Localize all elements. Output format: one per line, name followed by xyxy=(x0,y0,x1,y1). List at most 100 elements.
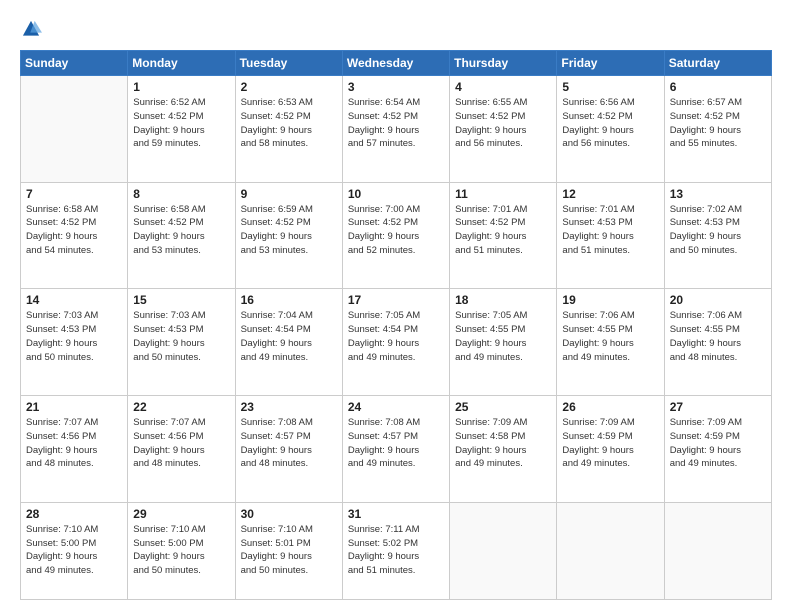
day-number: 9 xyxy=(241,187,337,201)
day-info: Sunrise: 7:03 AMSunset: 4:53 PMDaylight:… xyxy=(133,309,229,364)
calendar-cell xyxy=(21,76,128,183)
day-number: 7 xyxy=(26,187,122,201)
day-info: Sunrise: 6:54 AMSunset: 4:52 PMDaylight:… xyxy=(348,96,444,151)
day-number: 16 xyxy=(241,293,337,307)
day-header-friday: Friday xyxy=(557,51,664,76)
day-info: Sunrise: 6:58 AMSunset: 4:52 PMDaylight:… xyxy=(133,203,229,258)
day-info: Sunrise: 7:11 AMSunset: 5:02 PMDaylight:… xyxy=(348,523,444,578)
day-info: Sunrise: 6:52 AMSunset: 4:52 PMDaylight:… xyxy=(133,96,229,151)
calendar-week-row: 14 Sunrise: 7:03 AMSunset: 4:53 PMDayligh… xyxy=(21,289,772,396)
calendar-cell: 8Sunrise: 6:58 AMSunset: 4:52 PMDaylight… xyxy=(128,182,235,289)
day-info: Sunrise: 6:53 AMSunset: 4:52 PMDaylight:… xyxy=(241,96,337,151)
calendar-cell: 2 Sunrise: 6:53 AMSunset: 4:52 PMDaylight… xyxy=(235,76,342,183)
day-info: Sunrise: 7:04 AMSunset: 4:54 PMDaylight:… xyxy=(241,309,337,364)
day-number: 25 xyxy=(455,400,551,414)
logo xyxy=(20,18,46,40)
calendar-cell: 31 Sunrise: 7:11 AMSunset: 5:02 PMDayligh… xyxy=(342,502,449,599)
day-number: 5 xyxy=(562,80,658,94)
day-number: 4 xyxy=(455,80,551,94)
day-header-wednesday: Wednesday xyxy=(342,51,449,76)
calendar-cell: 21 Sunrise: 7:07 AMSunset: 4:56 PMDayligh… xyxy=(21,396,128,503)
day-info: Sunrise: 6:57 AMSunset: 4:52 PMDaylight:… xyxy=(670,96,766,151)
day-info: Sunrise: 7:05 AMSunset: 4:55 PMDaylight:… xyxy=(455,309,551,364)
day-number: 21 xyxy=(26,400,122,414)
day-number: 11 xyxy=(455,187,551,201)
day-info: Sunrise: 6:56 AMSunset: 4:52 PMDaylight:… xyxy=(562,96,658,151)
day-number: 3 xyxy=(348,80,444,94)
calendar-cell: 20 Sunrise: 7:06 AMSunset: 4:55 PMDayligh… xyxy=(664,289,771,396)
calendar-cell: 15Sunrise: 7:03 AMSunset: 4:53 PMDayligh… xyxy=(128,289,235,396)
day-number: 31 xyxy=(348,507,444,521)
calendar-cell: 17 Sunrise: 7:05 AMSunset: 4:54 PMDayligh… xyxy=(342,289,449,396)
day-number: 12 xyxy=(562,187,658,201)
calendar-week-row: 28 Sunrise: 7:10 AMSunset: 5:00 PMDayligh… xyxy=(21,502,772,599)
logo-icon xyxy=(20,18,42,40)
calendar-week-row: 21 Sunrise: 7:07 AMSunset: 4:56 PMDayligh… xyxy=(21,396,772,503)
day-info: Sunrise: 7:00 AMSunset: 4:52 PMDaylight:… xyxy=(348,203,444,258)
day-info: Sunrise: 7:05 AMSunset: 4:54 PMDaylight:… xyxy=(348,309,444,364)
calendar-cell: 7 Sunrise: 6:58 AMSunset: 4:52 PMDaylight… xyxy=(21,182,128,289)
calendar-cell: 5 Sunrise: 6:56 AMSunset: 4:52 PMDaylight… xyxy=(557,76,664,183)
day-header-thursday: Thursday xyxy=(450,51,557,76)
day-info: Sunrise: 7:03 AMSunset: 4:53 PMDaylight:… xyxy=(26,309,122,364)
day-number: 29 xyxy=(133,507,229,521)
calendar-cell: 26 Sunrise: 7:09 AMSunset: 4:59 PMDayligh… xyxy=(557,396,664,503)
day-number: 10 xyxy=(348,187,444,201)
calendar-cell: 9 Sunrise: 6:59 AMSunset: 4:52 PMDaylight… xyxy=(235,182,342,289)
day-number: 17 xyxy=(348,293,444,307)
calendar-cell: 28 Sunrise: 7:10 AMSunset: 5:00 PMDayligh… xyxy=(21,502,128,599)
day-number: 27 xyxy=(670,400,766,414)
day-info: Sunrise: 7:07 AMSunset: 4:56 PMDaylight:… xyxy=(26,416,122,471)
day-info: Sunrise: 7:08 AMSunset: 4:57 PMDaylight:… xyxy=(241,416,337,471)
day-info: Sunrise: 6:55 AMSunset: 4:52 PMDaylight:… xyxy=(455,96,551,151)
day-info: Sunrise: 7:01 AMSunset: 4:53 PMDaylight:… xyxy=(562,203,658,258)
calendar-table: SundayMondayTuesdayWednesdayThursdayFrid… xyxy=(20,50,772,600)
day-info: Sunrise: 7:07 AMSunset: 4:56 PMDaylight:… xyxy=(133,416,229,471)
calendar-cell: 24Sunrise: 7:08 AMSunset: 4:57 PMDayligh… xyxy=(342,396,449,503)
calendar-cell: 19 Sunrise: 7:06 AMSunset: 4:55 PMDayligh… xyxy=(557,289,664,396)
day-info: Sunrise: 7:08 AMSunset: 4:57 PMDaylight:… xyxy=(348,416,444,471)
calendar-cell: 25 Sunrise: 7:09 AMSunset: 4:58 PMDayligh… xyxy=(450,396,557,503)
calendar-cell: 10 Sunrise: 7:00 AMSunset: 4:52 PMDayligh… xyxy=(342,182,449,289)
day-number: 1 xyxy=(133,80,229,94)
day-info: Sunrise: 7:10 AMSunset: 5:00 PMDaylight:… xyxy=(133,523,229,578)
calendar-cell: 4 Sunrise: 6:55 AMSunset: 4:52 PMDaylight… xyxy=(450,76,557,183)
calendar-week-row: 1 Sunrise: 6:52 AMSunset: 4:52 PMDaylight… xyxy=(21,76,772,183)
calendar-cell: 22 Sunrise: 7:07 AMSunset: 4:56 PMDayligh… xyxy=(128,396,235,503)
day-number: 6 xyxy=(670,80,766,94)
calendar-cell xyxy=(664,502,771,599)
day-number: 18 xyxy=(455,293,551,307)
day-number: 19 xyxy=(562,293,658,307)
day-info: Sunrise: 7:06 AMSunset: 4:55 PMDaylight:… xyxy=(562,309,658,364)
calendar-cell: 30Sunrise: 7:10 AMSunset: 5:01 PMDayligh… xyxy=(235,502,342,599)
day-number: 20 xyxy=(670,293,766,307)
day-info: Sunrise: 7:10 AMSunset: 5:00 PMDaylight:… xyxy=(26,523,122,578)
day-number: 14 xyxy=(26,293,122,307)
day-info: Sunrise: 7:06 AMSunset: 4:55 PMDaylight:… xyxy=(670,309,766,364)
day-info: Sunrise: 7:09 AMSunset: 4:59 PMDaylight:… xyxy=(562,416,658,471)
day-info: Sunrise: 7:10 AMSunset: 5:01 PMDaylight:… xyxy=(241,523,337,578)
calendar-cell: 16 Sunrise: 7:04 AMSunset: 4:54 PMDayligh… xyxy=(235,289,342,396)
day-number: 2 xyxy=(241,80,337,94)
day-info: Sunrise: 6:58 AMSunset: 4:52 PMDaylight:… xyxy=(26,203,122,258)
header xyxy=(20,18,772,40)
day-info: Sunrise: 7:09 AMSunset: 4:58 PMDaylight:… xyxy=(455,416,551,471)
day-number: 28 xyxy=(26,507,122,521)
day-info: Sunrise: 7:09 AMSunset: 4:59 PMDaylight:… xyxy=(670,416,766,471)
calendar-week-row: 7 Sunrise: 6:58 AMSunset: 4:52 PMDaylight… xyxy=(21,182,772,289)
calendar-cell: 3 Sunrise: 6:54 AMSunset: 4:52 PMDaylight… xyxy=(342,76,449,183)
calendar-cell xyxy=(450,502,557,599)
day-header-sunday: Sunday xyxy=(21,51,128,76)
day-number: 13 xyxy=(670,187,766,201)
calendar-cell: 12 Sunrise: 7:01 AMSunset: 4:53 PMDayligh… xyxy=(557,182,664,289)
day-info: Sunrise: 6:59 AMSunset: 4:52 PMDaylight:… xyxy=(241,203,337,258)
calendar-cell: 29 Sunrise: 7:10 AMSunset: 5:00 PMDayligh… xyxy=(128,502,235,599)
calendar-cell: 23Sunrise: 7:08 AMSunset: 4:57 PMDayligh… xyxy=(235,396,342,503)
page: SundayMondayTuesdayWednesdayThursdayFrid… xyxy=(0,0,792,612)
day-header-monday: Monday xyxy=(128,51,235,76)
day-info: Sunrise: 7:01 AMSunset: 4:52 PMDaylight:… xyxy=(455,203,551,258)
day-number: 22 xyxy=(133,400,229,414)
day-number: 26 xyxy=(562,400,658,414)
calendar-cell: 6 Sunrise: 6:57 AMSunset: 4:52 PMDaylight… xyxy=(664,76,771,183)
day-header-saturday: Saturday xyxy=(664,51,771,76)
